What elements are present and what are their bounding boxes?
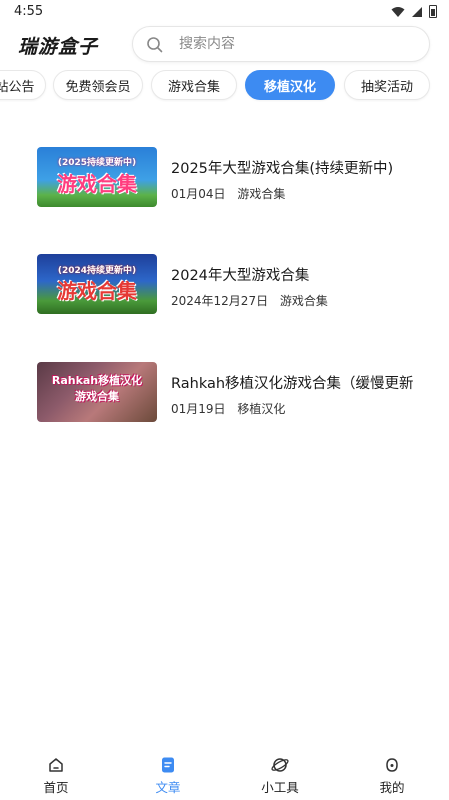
article-category: 游戏合集 bbox=[279, 294, 328, 308]
status-time: 4:55 bbox=[14, 4, 44, 19]
article-title: Rahkah移植汉化游戏合集（缓慢更新 bbox=[171, 376, 414, 392]
article-category: 移植汉化 bbox=[237, 402, 286, 416]
category-tabs: 站公告 免费领会员 游戏合集 移植汉化 抽奖活动 bbox=[0, 70, 449, 102]
tools-icon bbox=[271, 758, 289, 772]
article-thumbnail: Rahkah移植汉化 游戏合集 bbox=[37, 362, 157, 422]
article-title: 2024年大型游戏合集 bbox=[171, 268, 310, 284]
thumbnail-title: 游戏合集 bbox=[57, 279, 137, 303]
nav-profile[interactable]: 我的 bbox=[352, 756, 432, 800]
article-item[interactable]: Rahkah移植汉化 游戏合集 Rahkah移植汉化游戏合集（缓慢更新 01月1… bbox=[0, 362, 449, 432]
bottom-nav: 首页 文章 小工具 我的 bbox=[0, 748, 449, 800]
tab-lottery[interactable]: 抽奖活动 bbox=[344, 70, 430, 100]
article-item[interactable]: (2024持续更新中) 游戏合集 2024年大型游戏合集 2024年12月27日… bbox=[0, 254, 449, 324]
article-date: 01月04日 bbox=[171, 187, 226, 201]
tab-announcement[interactable]: 站公告 bbox=[0, 70, 46, 100]
nav-profile-label: 我的 bbox=[379, 780, 405, 795]
article-title: 2025年大型游戏合集(持续更新中) bbox=[171, 161, 394, 177]
status-bar: 4:55 bbox=[0, 0, 449, 26]
thumbnail-subtitle: Rahkah移植汉化 bbox=[51, 374, 143, 387]
search-input[interactable] bbox=[179, 27, 419, 61]
search-box[interactable] bbox=[132, 26, 430, 62]
article-item[interactable]: (2025持续更新中) 游戏合集 2025年大型游戏合集(持续更新中) 01月0… bbox=[0, 147, 449, 217]
home-icon bbox=[49, 758, 63, 772]
article-thumbnail: (2024持续更新中) 游戏合集 bbox=[37, 254, 157, 314]
status-icons bbox=[391, 5, 437, 18]
nav-tools-label: 小工具 bbox=[261, 780, 299, 795]
article-meta: 01月04日 游戏合集 bbox=[171, 185, 285, 202]
battery-icon bbox=[429, 5, 437, 18]
article-category: 游戏合集 bbox=[237, 187, 286, 201]
signal-icon bbox=[412, 6, 422, 17]
app-title: 瑞游盒子 bbox=[18, 36, 99, 58]
tab-port-localization[interactable]: 移植汉化 bbox=[245, 70, 335, 100]
article-icon bbox=[162, 757, 174, 773]
thumbnail-title: 游戏合集 bbox=[75, 390, 119, 403]
article-date: 2024年12月27日 bbox=[171, 294, 269, 308]
nav-home-label: 首页 bbox=[43, 780, 69, 795]
article-date: 01月19日 bbox=[171, 402, 226, 416]
thumbnail-title: 游戏合集 bbox=[57, 172, 137, 196]
nav-tools[interactable]: 小工具 bbox=[240, 756, 320, 800]
thumbnail-subtitle: (2025持续更新中) bbox=[57, 158, 137, 168]
nav-articles-label: 文章 bbox=[155, 780, 181, 795]
tab-free-vip[interactable]: 免费领会员 bbox=[53, 70, 143, 100]
header: 瑞游盒子 bbox=[0, 26, 449, 66]
nav-home[interactable]: 首页 bbox=[16, 756, 96, 800]
wifi-icon bbox=[391, 6, 405, 17]
article-thumbnail: (2025持续更新中) 游戏合集 bbox=[37, 147, 157, 207]
profile-icon bbox=[386, 758, 398, 772]
article-meta: 2024年12月27日 游戏合集 bbox=[171, 292, 328, 309]
nav-articles[interactable]: 文章 bbox=[128, 756, 208, 800]
article-meta: 01月19日 移植汉化 bbox=[171, 400, 285, 417]
tab-game-collection[interactable]: 游戏合集 bbox=[151, 70, 237, 100]
search-icon bbox=[147, 37, 163, 53]
